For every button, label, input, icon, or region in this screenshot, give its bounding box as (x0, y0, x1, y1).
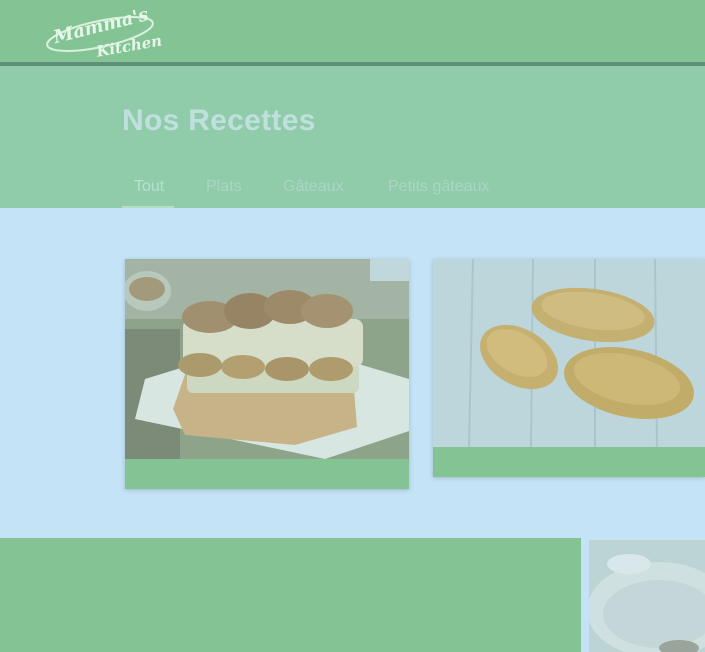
card-footer (125, 459, 409, 489)
tiramisu-photo (125, 259, 409, 459)
featured-section (0, 538, 581, 652)
site-logo[interactable]: Mamma's Kitchen (44, 4, 164, 61)
tab-all[interactable]: Tout (134, 178, 164, 196)
logo-icon: Mamma's Kitchen (46, 4, 163, 61)
card-footer (433, 447, 705, 477)
active-tab-indicator (122, 206, 174, 208)
recipes-hero: Nos Recettes Tout Plats Gâteaux Petits g… (0, 66, 705, 208)
tab-dishes[interactable]: Plats (206, 178, 242, 196)
recipe-card[interactable] (125, 259, 409, 489)
recipe-card[interactable] (433, 259, 705, 477)
madeleines-photo (433, 259, 705, 447)
site-header: Mamma's Kitchen (0, 0, 705, 62)
recipe-card[interactable] (589, 540, 705, 652)
page-title: Nos Recettes (122, 104, 316, 137)
tab-small-cakes[interactable]: Petits gâteaux (388, 178, 489, 196)
tab-cakes[interactable]: Gâteaux (283, 178, 343, 196)
plate-photo (589, 540, 705, 652)
